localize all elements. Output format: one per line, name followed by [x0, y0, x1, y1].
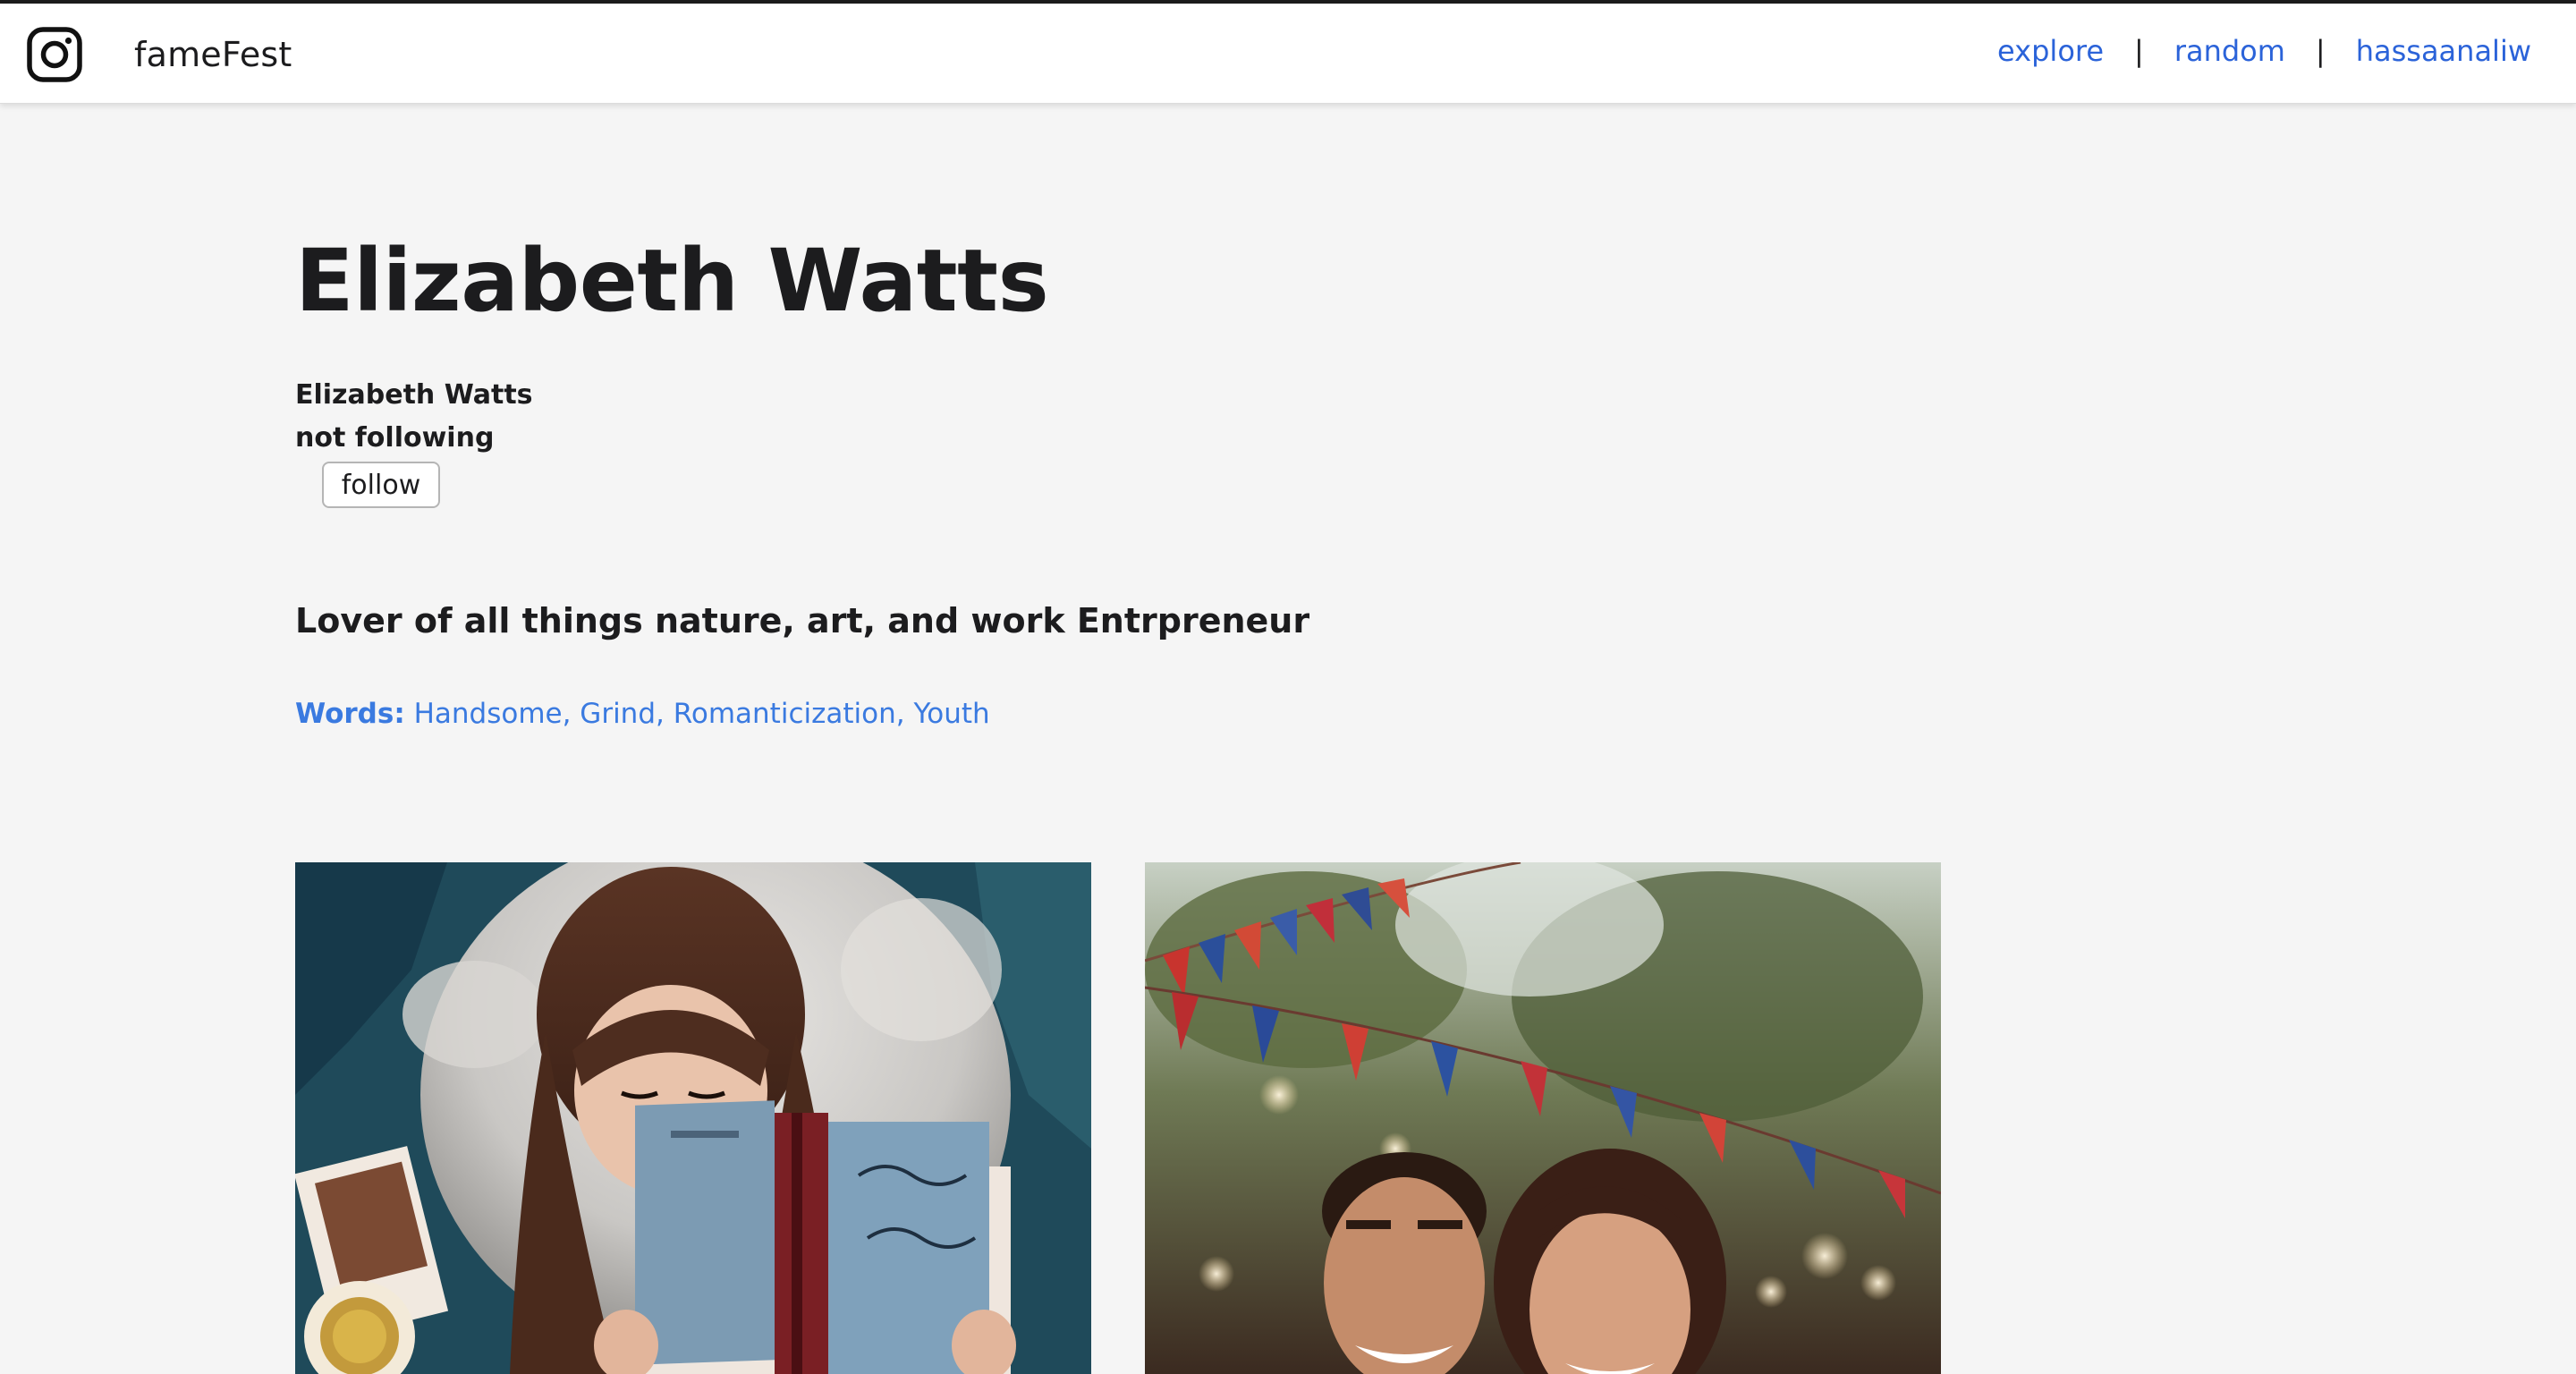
nav-separator: |: [2315, 34, 2326, 68]
nav-separator: |: [2134, 34, 2144, 68]
profile-name: Elizabeth Watts: [295, 379, 533, 411]
nav-link-random[interactable]: random: [2174, 34, 2285, 68]
words-line: Words: Handsome, Grind, Romanticization,…: [295, 698, 990, 730]
camera-logo-icon: [27, 27, 82, 82]
photo-gallery: [295, 862, 2442, 1374]
follow-button[interactable]: follow: [322, 462, 440, 508]
top-navigation-bar: fameFest explore | random | hassaanaliw: [0, 0, 2576, 104]
page-title: Elizabeth Watts: [295, 231, 1049, 331]
brand[interactable]: fameFest: [27, 27, 292, 82]
couple-at-festival-photo: [1145, 862, 1941, 1374]
follow-status: not following: [295, 422, 495, 454]
gallery-photo[interactable]: [1145, 862, 1941, 1374]
words-list: Handsome, Grind, Romanticization, Youth: [413, 698, 990, 730]
nav-link-profile[interactable]: hassaanaliw: [2356, 34, 2531, 68]
profile-bio: Lover of all things nature, art, and wor…: [295, 601, 1310, 640]
nav-links: explore | random | hassaanaliw: [1997, 34, 2531, 68]
words-label: Words:: [295, 698, 405, 730]
app-name[interactable]: fameFest: [134, 35, 292, 74]
nav-link-explore[interactable]: explore: [1997, 34, 2104, 68]
gallery-photo[interactable]: [295, 862, 1091, 1374]
woman-reading-book-photo: [295, 862, 1091, 1374]
